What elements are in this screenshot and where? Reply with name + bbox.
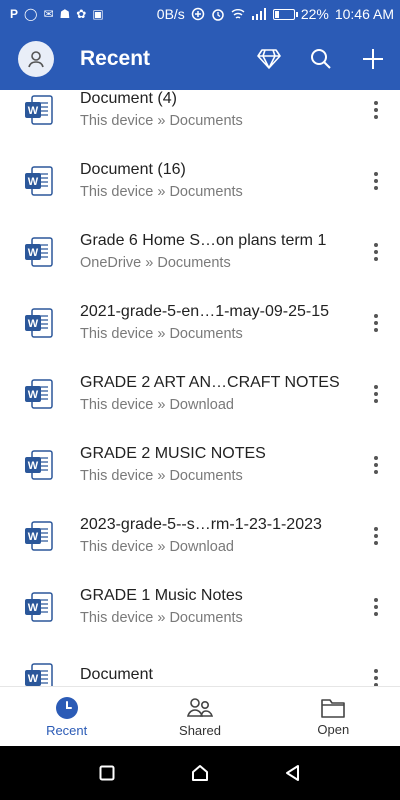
word-document-icon: W [25,378,53,409]
more-options-button[interactable] [366,239,386,265]
word-document-icon: W [25,307,53,338]
more-options-button[interactable] [366,168,386,194]
alarm-icon [212,9,224,21]
file-row[interactable]: W 2023-grade-5--s…rm-1-23-1-2023 This dev… [0,500,400,571]
file-name: GRADE 2 MUSIC NOTES [80,445,266,462]
svg-text:W: W [28,602,39,614]
diamond-icon [257,49,281,69]
file-row[interactable]: W Document (4) This device » Documents [0,90,400,145]
file-name: Document [80,666,153,683]
system-status: 0B/s 22% 10:46 AM [157,6,394,22]
svg-text:W: W [28,460,39,472]
nav-label: Shared [179,722,221,738]
file-path: This device » Documents [80,184,243,200]
network-speed: 0B/s [156,6,185,22]
svg-text:W: W [28,318,39,330]
premium-button[interactable] [256,46,282,72]
recents-button[interactable] [92,758,122,788]
more-options-button[interactable] [366,523,386,549]
file-row[interactable]: W 2021-grade-5-en…1-may-09-25-15 This dev… [0,287,400,358]
notification-icon: ▣ [92,7,104,21]
file-row[interactable]: W GRADE 2 ART AN…CRAFT NOTES This device … [0,358,400,429]
notification-icon: ◯ [24,7,38,21]
status-bar: P ◯ ✉ ☗ ✿ ▣ 0B/s 22% 10:46 AM [0,0,400,28]
data-saver-icon [191,7,205,21]
app-header: Recent [0,28,400,90]
add-button[interactable] [360,46,386,72]
word-document-icon: W [25,94,53,125]
file-name: 2021-grade-5-en…1-may-09-25-15 [80,303,330,320]
back-triangle-icon [286,765,300,781]
file-name: GRADE 1 Music Notes [80,587,243,604]
word-document-icon: W [25,662,53,686]
file-path: This device » Documents [80,468,243,484]
file-path: This device » Documents [80,326,243,342]
bottom-navigation: Recent Shared Open [0,686,400,746]
file-path: This device » Documents [80,113,243,129]
word-document-icon: W [25,520,53,551]
file-row[interactable]: W GRADE 2 MUSIC NOTES This device » Docum… [0,429,400,500]
file-path: OneDrive » Documents [80,255,231,271]
file-name: Grade 6 Home S…on plans term 1 [80,232,327,249]
svg-text:W: W [28,673,39,685]
more-options-button[interactable] [366,97,386,123]
file-name: GRADE 2 ART AN…CRAFT NOTES [80,374,340,391]
svg-text:W: W [28,389,39,401]
nav-label: Recent [46,722,88,738]
svg-text:W: W [28,247,39,259]
file-path: This device » Documents [80,610,243,626]
system-navigation-bar [0,746,400,800]
file-name: 2023-grade-5--s…rm-1-23-1-2023 [80,516,322,533]
word-document-icon: W [25,591,53,622]
file-row[interactable]: W Grade 6 Home S…on plans term 1 OneDrive… [0,216,400,287]
notification-icon: ✿ [76,7,87,21]
folder-icon [321,698,346,718]
square-icon [99,765,115,781]
person-icon [28,51,44,68]
svg-text:W: W [28,176,39,188]
battery-icon [272,8,298,20]
search-icon [311,49,331,69]
word-document-icon: W [25,165,53,196]
search-button[interactable] [308,46,334,72]
nav-label: Open [317,721,350,737]
svg-text:W: W [28,105,39,117]
notification-icon: ☗ [59,7,71,21]
nav-recent[interactable]: Recent [0,687,133,746]
avatar[interactable] [18,41,54,77]
file-path: This device » Download [80,539,234,555]
file-name: Document (4) [80,90,177,107]
more-options-button[interactable] [366,381,386,407]
file-name: Document (16) [80,161,186,178]
svg-text:W: W [28,531,39,543]
notification-icon: ✉ [43,7,54,21]
nav-shared[interactable]: Shared [133,687,266,746]
home-icon [191,765,208,781]
nav-open[interactable]: Open [267,687,400,746]
recent-files-list: W Document (4) This device » Documents W … [0,90,400,686]
header-actions [256,46,386,72]
people-icon [186,697,213,717]
more-options-button[interactable] [366,452,386,478]
more-options-button[interactable] [366,310,386,336]
word-document-icon: W [25,449,53,480]
battery-percentage: 22% [300,6,329,22]
more-options-button[interactable] [366,665,386,686]
add-icon [363,49,383,69]
file-path: This device » Download [80,397,234,413]
page-title: Recent [80,47,151,70]
notification-icons: P ◯ ✉ ☗ ✿ ▣ [10,8,104,20]
signal-icon [251,8,266,20]
file-row[interactable]: W Document (16) This device » Documents [0,145,400,216]
clock-icon [55,696,78,719]
back-button[interactable] [278,758,308,788]
file-row[interactable]: W Document [0,642,400,686]
home-button[interactable] [185,758,215,788]
clock: 10:46 AM [334,6,394,22]
file-row[interactable]: W GRADE 1 Music Notes This device » Docum… [0,571,400,642]
wifi-icon [231,9,245,19]
word-document-icon: W [25,236,53,267]
notification-icon: P [10,7,19,21]
more-options-button[interactable] [366,594,386,620]
